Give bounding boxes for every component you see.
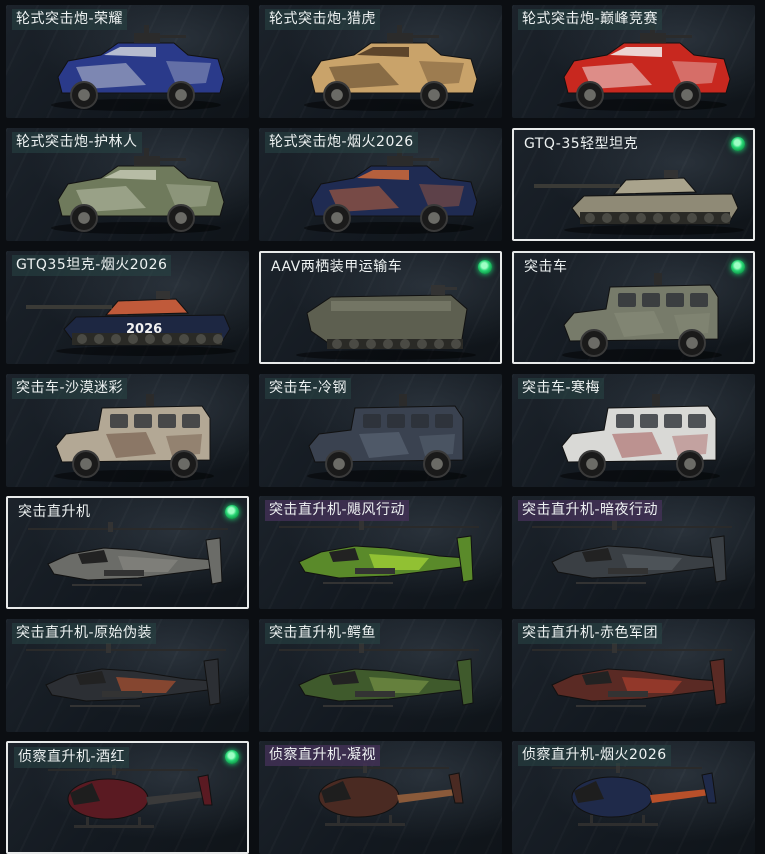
equipped-status-icon bbox=[225, 750, 239, 764]
vehicle-model bbox=[299, 763, 464, 826]
skin-card[interactable]: 2026 GTQ35坦克-烟火2026 bbox=[6, 251, 249, 364]
vehicle-model bbox=[534, 170, 744, 235]
vehicle-model bbox=[51, 25, 225, 111]
skin-name-label: 侦察直升机-凝视 bbox=[265, 745, 381, 766]
skin-card[interactable]: GTQ-35轻型坦克 bbox=[512, 128, 755, 241]
equipped-status-icon bbox=[478, 260, 492, 274]
skin-grid: 轮式突击炮-荣耀 轮式突击炮-猎虎 轮式突击炮-巅峰竞赛轮式突击炮-护林人 轮式突击炮… bbox=[0, 0, 765, 854]
skin-name-label: 轮式突击炮-烟火2026 bbox=[265, 132, 418, 153]
equipped-status-icon bbox=[731, 137, 745, 151]
skin-name-label: 突击车-寒梅 bbox=[518, 378, 605, 399]
vehicle-model bbox=[28, 522, 228, 586]
skin-card[interactable]: 突击车 bbox=[512, 251, 755, 364]
skin-card[interactable]: 突击车-冷钢 bbox=[259, 374, 502, 487]
skin-card[interactable]: 轮式突击炮-护林人 bbox=[6, 128, 249, 241]
skin-name-label: 突击车-沙漠迷彩 bbox=[12, 378, 128, 399]
vehicle-model bbox=[562, 273, 722, 361]
skin-card[interactable]: AAV两栖装甲运输车 bbox=[259, 251, 502, 364]
vehicle-model bbox=[557, 25, 731, 111]
skin-card[interactable]: 突击直升机 bbox=[6, 496, 249, 609]
vehicle-model bbox=[279, 520, 479, 584]
skin-name-label: 突击直升机-赤色军团 bbox=[518, 623, 663, 644]
skin-name-label: 突击车 bbox=[524, 259, 568, 275]
skin-name-label: 侦察直升机-酒红 bbox=[14, 747, 130, 768]
skin-card[interactable]: 侦察直升机-烟火2026 bbox=[512, 741, 755, 854]
vehicle-model bbox=[26, 643, 226, 707]
skin-name-label: 轮式突击炮-猎虎 bbox=[265, 9, 381, 30]
skin-card[interactable]: 突击直升机-鳄鱼 bbox=[259, 619, 502, 732]
skin-name-label: 突击直升机-飓风行动 bbox=[265, 500, 410, 521]
skin-card[interactable]: 突击直升机-飓风行动 bbox=[259, 496, 502, 609]
vehicle-model bbox=[296, 285, 476, 360]
skin-card[interactable]: 侦察直升机-凝视 bbox=[259, 741, 502, 854]
skin-name-label: 轮式突击炮-荣耀 bbox=[12, 9, 128, 30]
skin-name-label: GTQ35坦克-烟火2026 bbox=[12, 255, 172, 276]
skin-name-label: AAV两栖装甲运输车 bbox=[271, 259, 403, 275]
vehicle-model bbox=[279, 643, 479, 707]
vehicle-decal: 2026 bbox=[126, 322, 162, 337]
skin-card[interactable]: 突击直升机-原始伪装 bbox=[6, 619, 249, 732]
skin-card[interactable]: 轮式突击炮-荣耀 bbox=[6, 5, 249, 118]
skin-name-label: 轮式突击炮-护林人 bbox=[12, 132, 142, 153]
vehicle-model bbox=[48, 765, 213, 828]
skin-name-label: 突击直升机-原始伪装 bbox=[12, 623, 157, 644]
skin-name-label: 突击直升机 bbox=[18, 504, 91, 520]
skin-card[interactable]: 突击车-沙漠迷彩 bbox=[6, 374, 249, 487]
skin-name-label: 轮式突击炮-巅峰竞赛 bbox=[518, 9, 663, 30]
vehicle-model bbox=[552, 763, 717, 826]
skin-name-label: 突击直升机-暗夜行动 bbox=[518, 500, 663, 521]
vehicle-model bbox=[532, 520, 732, 584]
vehicle-model bbox=[307, 394, 467, 482]
vehicle-model bbox=[51, 148, 225, 234]
vehicle-model bbox=[304, 148, 478, 234]
skin-name-label: 侦察直升机-烟火2026 bbox=[518, 745, 671, 766]
skin-card[interactable]: 轮式突击炮-烟火2026 bbox=[259, 128, 502, 241]
vehicle-model bbox=[532, 643, 732, 707]
vehicle-model bbox=[560, 394, 720, 482]
skin-card[interactable]: 突击车-寒梅 bbox=[512, 374, 755, 487]
skin-name-label: 突击直升机-鳄鱼 bbox=[265, 623, 381, 644]
skin-card[interactable]: 轮式突击炮-猎虎 bbox=[259, 5, 502, 118]
skin-card[interactable]: 突击直升机-赤色军团 bbox=[512, 619, 755, 732]
equipped-status-icon bbox=[225, 505, 239, 519]
skin-name-label: 突击车-冷钢 bbox=[265, 378, 352, 399]
equipped-status-icon bbox=[731, 260, 745, 274]
skin-name-label: GTQ-35轻型坦克 bbox=[524, 136, 639, 152]
vehicle-model bbox=[304, 25, 478, 111]
skin-card[interactable]: 突击直升机-暗夜行动 bbox=[512, 496, 755, 609]
vehicle-model bbox=[54, 394, 214, 482]
skin-card[interactable]: 轮式突击炮-巅峰竞赛 bbox=[512, 5, 755, 118]
skin-card[interactable]: 侦察直升机-酒红 bbox=[6, 741, 249, 854]
